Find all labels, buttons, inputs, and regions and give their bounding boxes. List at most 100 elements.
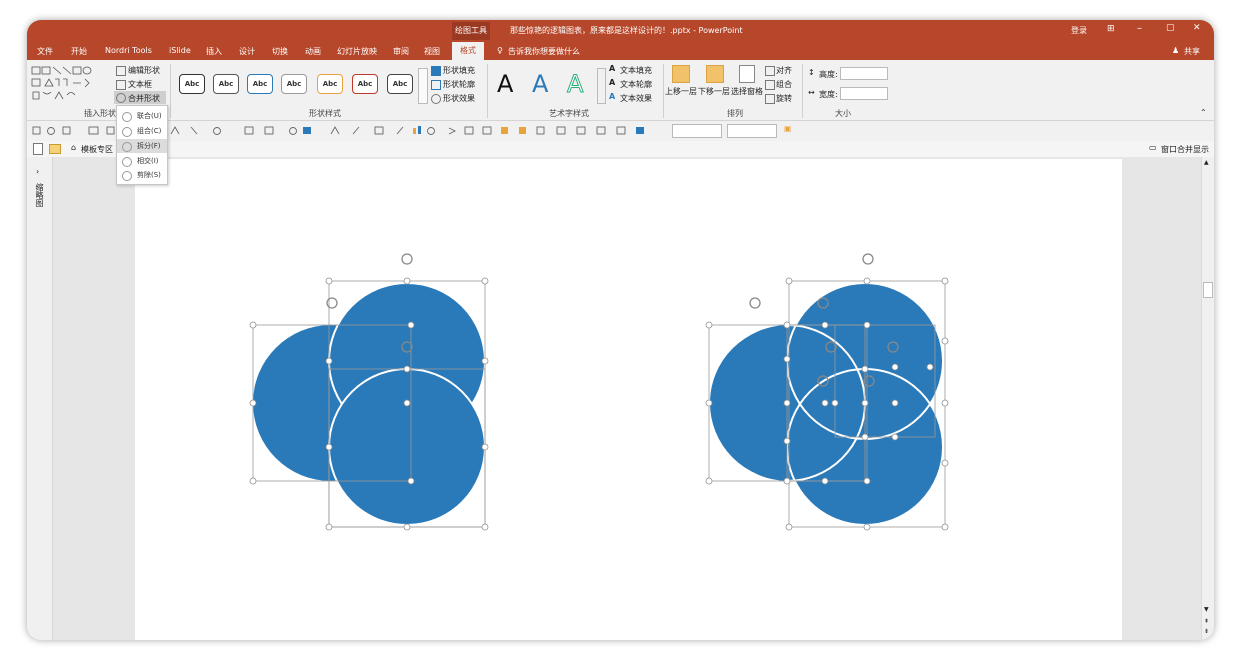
context-tool-label: 绘图工具 xyxy=(455,26,487,35)
tab-islide[interactable]: iSlide xyxy=(169,46,191,55)
text-box-icon xyxy=(116,80,126,90)
menu-item-union[interactable]: 联合(U) xyxy=(117,109,167,123)
group-label: 组合 xyxy=(776,80,792,89)
menu-item-subtract[interactable]: 剪除(S) xyxy=(117,168,167,182)
insert-shapes-group-label: 插入形状 xyxy=(84,109,116,118)
fragment-icon xyxy=(122,142,132,152)
share-button[interactable]: 共享 xyxy=(1184,46,1200,57)
minimize-button[interactable]: – xyxy=(1137,23,1142,34)
wordart-black-style[interactable]: A xyxy=(497,70,513,98)
left-diagram[interactable] xyxy=(249,253,489,531)
menu-item-fragment[interactable]: 拆分(F) xyxy=(117,139,167,153)
toolbar-width-field[interactable] xyxy=(727,124,777,138)
folder-icon[interactable] xyxy=(49,144,61,154)
merge-shapes-button[interactable]: 合并形状 xyxy=(114,91,166,104)
tab-nordri-tools[interactable]: Nordri Tools xyxy=(105,46,152,55)
text-effects-label: 文本效果 xyxy=(620,94,652,103)
shape-style-swatch-7[interactable]: Abc xyxy=(387,74,413,94)
height-input[interactable] xyxy=(840,67,888,80)
restore-button[interactable]: ▢ xyxy=(1166,23,1175,33)
selection-pane-label[interactable]: 选择窗格 xyxy=(731,86,763,97)
powerpoint-window: 绘图工具 那些惊艳的逻辑图表，原来都是这样设计的！.pptx - PowerPo… xyxy=(27,20,1214,640)
intersect-icon xyxy=(122,157,132,167)
bring-forward-label[interactable]: 上移一层 xyxy=(665,86,697,97)
wordart-more-button[interactable] xyxy=(597,68,606,104)
document-title: 那些惊艳的逻辑图表，原来都是这样设计的！.pptx - PowerPoint xyxy=(510,26,743,35)
left-circle-c[interactable] xyxy=(328,368,486,526)
shape-style-swatch-2[interactable]: Abc xyxy=(213,74,239,94)
group-divider xyxy=(663,64,664,118)
group-divider xyxy=(802,64,803,118)
slide-canvas xyxy=(53,157,1202,640)
ribbon: 编辑形状 文本框 合并形状 插入形状 Abc Abc Abc Abc Abc A… xyxy=(27,60,1214,121)
collapse-ribbon-icon[interactable]: ⌃ xyxy=(1200,108,1207,117)
wordart-blue-style[interactable]: A xyxy=(532,70,548,98)
menu-item-label: 联合(U) xyxy=(137,112,162,120)
edit-shape-label: 编辑形状 xyxy=(128,66,160,75)
close-button[interactable]: ✕ xyxy=(1193,23,1201,33)
bring-forward-icon[interactable] xyxy=(672,65,690,83)
ribbon-display-options-icon[interactable]: ⊞ xyxy=(1107,24,1115,34)
menu-item-intersect[interactable]: 相交(I) xyxy=(117,154,167,168)
shape-styles-group-label: 形状样式 xyxy=(309,109,341,118)
window-icon: ▭ xyxy=(1149,143,1157,152)
scrollbar-thumb[interactable] xyxy=(1203,282,1213,298)
next-slide-icon[interactable]: ⇟ xyxy=(1204,628,1209,635)
vertical-scrollbar[interactable]: ▲ ▼ ⇞ ⇟ xyxy=(1201,157,1214,640)
previous-slide-icon[interactable]: ⇞ xyxy=(1204,618,1209,625)
group-divider xyxy=(170,64,171,118)
shape-style-swatch-1[interactable]: Abc xyxy=(179,74,205,94)
align-label: 对齐 xyxy=(776,66,792,75)
scroll-up-icon[interactable]: ▲ xyxy=(1204,159,1209,166)
tab-home[interactable]: 开始 xyxy=(71,46,87,57)
tab-design[interactable]: 设计 xyxy=(239,46,255,57)
wordart-outline-style[interactable]: A xyxy=(566,70,583,99)
slide-drawing xyxy=(249,253,949,531)
align-icon xyxy=(765,66,775,76)
shape-gallery[interactable] xyxy=(31,66,109,102)
template-zone-tab[interactable]: 模板专区 xyxy=(81,144,113,155)
selection-pane-icon[interactable] xyxy=(739,65,755,83)
toolbar-height-field[interactable] xyxy=(672,124,722,138)
height-icon: ↕ xyxy=(808,68,815,77)
send-backward-label[interactable]: 下移一层 xyxy=(698,86,730,97)
tab-file[interactable]: 文件 xyxy=(37,46,53,57)
color-picker-icon[interactable]: ▣ xyxy=(784,124,792,133)
combine-icon xyxy=(122,127,132,137)
width-input[interactable] xyxy=(840,87,888,100)
tab-format[interactable]: 格式 xyxy=(452,42,484,60)
width-icon: ↔ xyxy=(808,88,815,97)
shape-gallery-icons xyxy=(31,66,92,100)
slide[interactable] xyxy=(135,159,1122,640)
scroll-down-icon[interactable]: ▼ xyxy=(1204,606,1209,613)
tab-insert[interactable]: 插入 xyxy=(206,46,222,57)
text-fill-label: 文本填充 xyxy=(620,66,652,75)
rotate-label: 旋转 xyxy=(776,94,792,103)
effects-icon xyxy=(431,94,441,104)
expand-panel-icon[interactable]: › xyxy=(36,167,39,176)
new-document-icon[interactable] xyxy=(33,143,43,155)
tab-slideshow[interactable]: 幻灯片放映 xyxy=(337,46,377,57)
shape-style-swatch-4[interactable]: Abc xyxy=(281,74,307,94)
quick-access-toolbar: ▣ xyxy=(27,121,1214,142)
send-backward-icon[interactable] xyxy=(706,65,724,83)
shape-style-swatch-5[interactable]: Abc xyxy=(317,74,343,94)
shape-style-swatch-3[interactable]: Abc xyxy=(247,74,273,94)
tell-me-box[interactable]: 告诉我你想要做什么 xyxy=(508,46,580,57)
merge-shapes-icon xyxy=(116,93,126,103)
login-link[interactable]: 登录 xyxy=(1071,25,1087,36)
right-diagram[interactable] xyxy=(705,253,949,531)
tab-animations[interactable]: 动画 xyxy=(305,46,321,57)
shape-styles-more-button[interactable] xyxy=(418,68,428,104)
subtract-icon xyxy=(122,171,132,181)
home-icon[interactable]: ⌂ xyxy=(71,143,76,152)
text-effects-icon: A xyxy=(609,92,616,101)
window-merge-button[interactable]: 窗口合并显示 xyxy=(1161,144,1209,155)
menu-item-combine[interactable]: 组合(C) xyxy=(117,124,167,138)
shape-effects-label: 形状效果 xyxy=(443,94,475,103)
shape-style-swatch-6[interactable]: Abc xyxy=(352,74,378,94)
tab-review[interactable]: 审阅 xyxy=(393,46,409,57)
arrange-group-label: 排列 xyxy=(727,109,743,118)
tab-view[interactable]: 视图 xyxy=(424,46,440,57)
tab-transitions[interactable]: 切换 xyxy=(272,46,288,57)
